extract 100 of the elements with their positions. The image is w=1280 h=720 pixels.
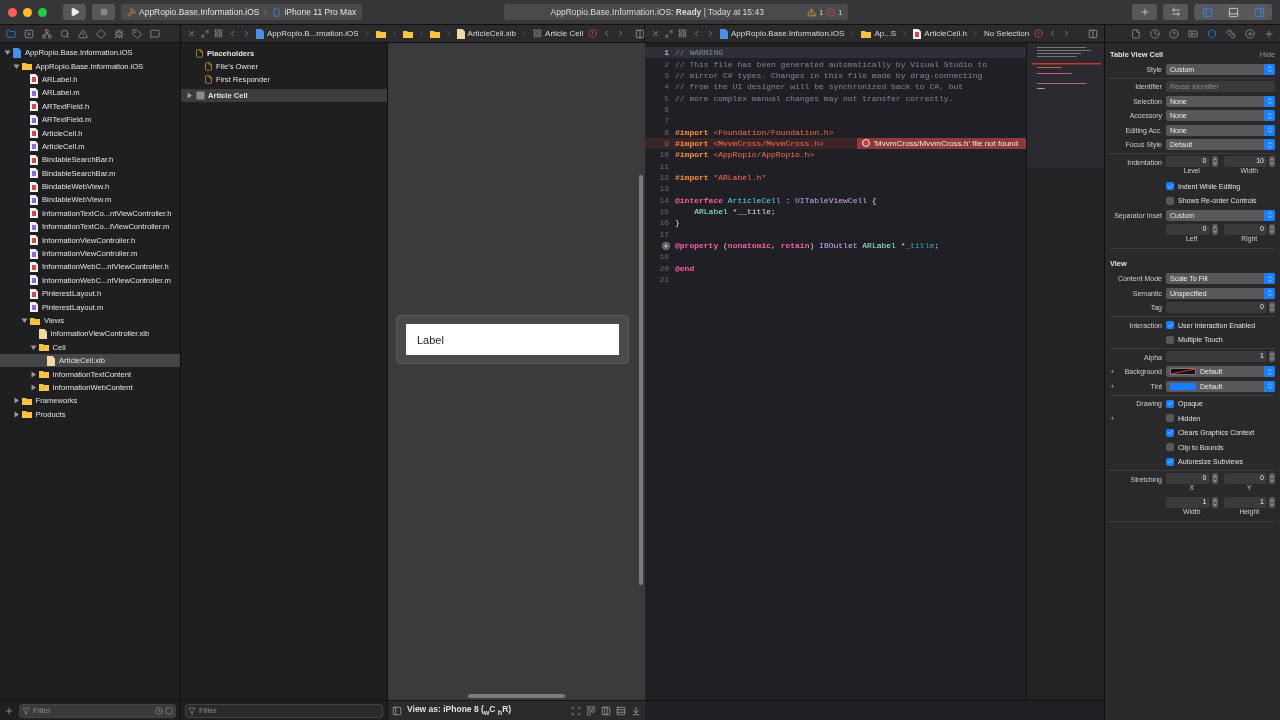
- disclosure-triangle[interactable]: [12, 410, 20, 418]
- close-button[interactable]: [8, 7, 17, 17]
- review-button[interactable]: [1163, 4, 1188, 20]
- grid-icon[interactable]: [678, 29, 687, 38]
- disclosure-triangle[interactable]: [21, 317, 28, 324]
- inspector-tab[interactable]: [1245, 28, 1255, 39]
- disclosure-triangle[interactable]: [29, 370, 37, 378]
- table-cell-preview[interactable]: Label: [396, 315, 629, 364]
- navigator-tab[interactable]: [42, 28, 52, 39]
- checkbox[interactable]: [1166, 182, 1174, 190]
- path-item[interactable]: AppRopio.Base.Information.iOS: [720, 28, 845, 39]
- path-item[interactable]: ArticleCell.h: [913, 28, 967, 39]
- stepper[interactable]: [1211, 473, 1218, 484]
- line-number: 2: [663, 59, 670, 69]
- back-icon[interactable]: [228, 29, 237, 38]
- checkbox[interactable]: [1166, 443, 1174, 451]
- library-button[interactable]: [1132, 4, 1157, 20]
- clock-icon[interactable]: [155, 706, 163, 715]
- stop-button[interactable]: [92, 4, 115, 20]
- inspector-tab[interactable]: [1131, 28, 1141, 39]
- file-icon: [256, 28, 264, 39]
- close-icon[interactable]: [187, 29, 196, 38]
- path-item[interactable]: AppRopio.B...rmation.iOS: [256, 28, 359, 39]
- stepper[interactable]: [1211, 156, 1218, 167]
- checkbox[interactable]: [1166, 399, 1174, 408]
- scheme-name[interactable]: AppRopio.Base.Information.iOS: [139, 7, 260, 17]
- path-item[interactable]: No Selection: [983, 29, 1030, 38]
- expand-icon[interactable]: [201, 29, 209, 38]
- zoom-button[interactable]: [38, 7, 47, 17]
- navigator-tab[interactable]: [114, 28, 124, 39]
- update-frames-icon[interactable]: [571, 705, 581, 716]
- stepper[interactable]: [1269, 156, 1275, 167]
- inspector-tab[interactable]: [1188, 28, 1198, 39]
- checkbox[interactable]: [1166, 335, 1174, 344]
- clock-icon: [1150, 28, 1160, 39]
- add-variation[interactable]: +: [1110, 381, 1115, 391]
- stepper[interactable]: [1269, 301, 1275, 313]
- navigator-tab[interactable]: [96, 28, 106, 39]
- stepper[interactable]: [1269, 223, 1275, 235]
- disclosure-triangle[interactable]: [12, 62, 20, 70]
- outline-toggle-icon[interactable]: [392, 705, 402, 716]
- back-icon[interactable]: [692, 29, 701, 38]
- expand-icon[interactable]: [665, 29, 673, 38]
- grid-icon[interactable]: [214, 29, 223, 38]
- disclosure-triangle[interactable]: [186, 92, 193, 99]
- checkbox[interactable]: [1166, 196, 1174, 205]
- square-icon[interactable]: [165, 706, 173, 715]
- navigator-tab[interactable]: [24, 28, 34, 39]
- navigator-tab[interactable]: [78, 28, 88, 39]
- line-number: 7: [663, 116, 670, 126]
- checkbox[interactable]: [1166, 457, 1174, 466]
- stepper[interactable]: [1269, 473, 1275, 484]
- navigator-tab[interactable]: [60, 28, 70, 39]
- checkbox[interactable]: [1166, 414, 1174, 422]
- checkmark-icon: [1166, 182, 1174, 190]
- pin-icon[interactable]: [601, 705, 611, 716]
- filter-field[interactable]: Filter: [19, 703, 176, 718]
- path-item[interactable]: ArticleCell.xib: [456, 28, 517, 39]
- outlet-connection-icon[interactable]: [662, 241, 670, 250]
- add-icon[interactable]: [4, 705, 14, 716]
- navigator-tab[interactable]: [6, 28, 16, 39]
- inspector-tab[interactable]: [1264, 28, 1274, 39]
- inspector-tab[interactable]: [1150, 28, 1160, 39]
- scroll-thumb[interactable]: [639, 175, 643, 585]
- run-button[interactable]: [63, 4, 86, 20]
- inspector-tab[interactable]: [1226, 28, 1236, 39]
- disclosure-triangle[interactable]: [29, 343, 37, 351]
- path-item[interactable]: Ap...S: [861, 29, 897, 38]
- path-item[interactable]: Article Cell: [533, 29, 584, 38]
- add-variation[interactable]: +: [1110, 413, 1115, 423]
- device-name[interactable]: iPhone 11 Pro Max: [284, 7, 357, 17]
- cell-label[interactable]: Label: [417, 333, 444, 346]
- split-editor-icon[interactable]: [635, 28, 646, 39]
- error-icon: [826, 7, 836, 17]
- split-editor-icon[interactable]: [1088, 28, 1098, 39]
- disclosure-triangle[interactable]: [4, 49, 11, 57]
- forward-icon[interactable]: [706, 29, 715, 38]
- navigator-tab[interactable]: [132, 28, 142, 39]
- navigator-tab[interactable]: [150, 28, 160, 39]
- stepper[interactable]: [1269, 497, 1275, 508]
- filter-field[interactable]: Filter: [185, 703, 383, 718]
- stepper[interactable]: [1211, 223, 1218, 235]
- line-number: 10: [658, 150, 670, 160]
- align-icon[interactable]: [586, 705, 596, 716]
- disclosure-triangle[interactable]: [29, 383, 37, 391]
- stepper[interactable]: [1211, 497, 1218, 508]
- scroll-thumb[interactable]: [468, 694, 565, 698]
- embed-icon[interactable]: [631, 705, 641, 716]
- stepper[interactable]: [1269, 351, 1275, 362]
- resolve-icon[interactable]: [616, 705, 626, 716]
- minimize-button[interactable]: [23, 7, 32, 17]
- forward-icon[interactable]: [242, 29, 251, 38]
- disclosure-triangle[interactable]: [12, 397, 20, 405]
- inspector-tab[interactable]: [1207, 28, 1217, 39]
- checkbox[interactable]: [1166, 321, 1174, 329]
- activity-status: AppRopio.Base.Information.iOS: Ready | Today at 15:43: [549, 7, 765, 17]
- inspector-tab[interactable]: [1169, 28, 1179, 39]
- add-variation[interactable]: +: [1110, 367, 1115, 376]
- checkbox[interactable]: [1166, 428, 1174, 437]
- close-icon[interactable]: [651, 29, 660, 38]
